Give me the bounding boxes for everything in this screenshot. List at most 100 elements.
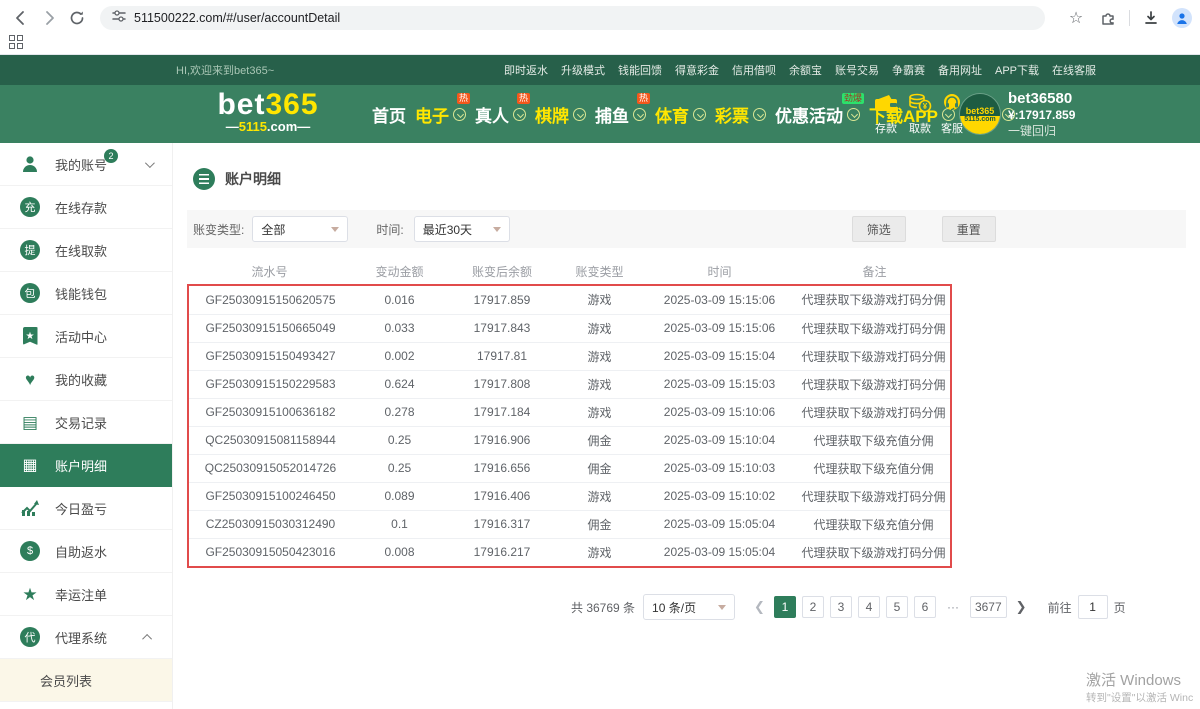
column-header: 账变后余额 [447,258,557,284]
reset-button[interactable]: 重置 [942,216,996,242]
chevron-down-icon [718,605,726,610]
sidebar-item-agent-system[interactable]: 代代理系统 [0,616,172,659]
sidebar-item-online-withdraw[interactable]: 提在线取款 [0,229,172,272]
chevron-down-icon [453,108,466,121]
cell-amount: 0.1 [352,510,447,538]
extensions-icon[interactable] [1097,7,1119,29]
topbar-link[interactable]: 在线客服 [1052,62,1096,78]
cell-amount: 0.089 [352,482,447,510]
goto-page: 前往 页 [1048,595,1126,619]
nav-item-home[interactable]: 首页 [372,102,406,127]
page-number[interactable]: 3677 [970,596,1007,618]
user-avatar[interactable]: bet365 5115.com [960,94,1000,134]
table-row: GF250309151504934270.00217917.81游戏2025-0… [189,342,950,370]
page-number[interactable]: 2 [802,596,824,618]
topbar-link[interactable]: 账号交易 [835,62,879,78]
sidebar-item-label: 活动中心 [55,327,107,346]
browser-profile-icon[interactable] [1172,8,1192,28]
cell-time: 2025-03-09 15:15:06 [642,286,797,314]
page-ellipsis: ··· [942,596,964,618]
next-page-icon[interactable]: ❯ [1013,599,1030,615]
table-row: GF250309151502295830.62417917.808游戏2025-… [189,370,950,398]
time-filter-select[interactable]: 最近30天 [414,216,510,242]
cell-serial: GF25030915150229583 [189,370,352,398]
column-header: 账变类型 [557,258,642,284]
nav-label: 彩票 [715,102,749,127]
prev-page-icon[interactable]: ❮ [751,599,768,615]
sidebar-item-label: 在线取款 [55,241,107,260]
page-size-select[interactable]: 10 条/页 [643,594,735,620]
type-filter-select[interactable]: 全部 [252,216,348,242]
sidebar-item-qian-neng-wallet[interactable]: 包钱能钱包 [0,272,172,315]
download-icon[interactable] [1140,7,1162,29]
topbar-link[interactable]: 即时返水 [504,62,548,78]
sidebar-item-my-favorites[interactable]: ♥我的收藏 [0,358,172,401]
browser-actions: ☆ [1065,7,1192,29]
reload-icon[interactable] [66,7,88,29]
url-text[interactable]: 511500222.com/#/user/accountDetail [134,11,340,25]
bookmark-star-icon[interactable]: ☆ [1065,7,1087,29]
total-count: 共 36769 条 [571,599,635,616]
logo-domain: —5115.com— [203,120,333,134]
site-logo[interactable]: bet365 —5115.com— [203,90,333,134]
table-row: GF250309151506650490.03317917.843游戏2025-… [189,314,950,342]
cell-amount: 0.624 [352,370,447,398]
topbar-link[interactable]: 备用网址 [938,62,982,78]
goto-page-input[interactable] [1078,595,1108,619]
forward-icon[interactable] [38,7,60,29]
sidebar-item-my-account[interactable]: 我的账号2 [0,143,172,186]
page-number[interactable]: 4 [858,596,880,618]
table-row: QC250309150520147260.2517916.656佣金2025-0… [189,454,950,482]
user-icon [18,154,42,174]
sidebar-item-account-detail[interactable]: ▦账户明细 [0,444,172,487]
pagination: 共 36769 条 10 条/页 ❮ 123456 ··· 3677 ❯ 前往 页 [571,594,1200,620]
table-row: GF250309151002464500.08917916.406游戏2025-… [189,482,950,510]
nav-item-lottery[interactable]: 彩票 [715,102,766,127]
sidebar-item-member-list[interactable]: 会员列表 [0,659,172,702]
site-settings-icon[interactable] [112,9,126,28]
page-number[interactable]: 5 [886,596,908,618]
topbar-link[interactable]: 升级模式 [561,62,605,78]
sidebar-item-lucky-bets[interactable]: ★幸运注单 [0,573,172,616]
chevron-down-icon [847,108,860,121]
nav-item-sports[interactable]: 体育 [655,102,706,127]
apps-grid-icon[interactable] [9,35,23,49]
back-icon[interactable] [10,7,32,29]
user-info: bet36580 ¥:17917.859 一键回归 [1008,91,1075,139]
page-number[interactable]: 3 [830,596,852,618]
topbar-link[interactable]: 争霸赛 [892,62,925,78]
cell-remark: 代理获取下级游戏打码分佣 [797,286,950,314]
nav-item-fishing[interactable]: 捕鱼热 [595,102,646,127]
withdraw-button[interactable]: ¥ 取款 [908,93,932,136]
sidebar-item-today-profit[interactable]: 今日盈亏 [0,487,172,530]
cell-type: 游戏 [557,342,642,370]
sidebar-item-activity-center[interactable]: ★活动中心 [0,315,172,358]
sidebar-item-self-rebate[interactable]: $自助返水 [0,530,172,573]
one-click-return-button[interactable]: 一键回归 [1008,123,1075,139]
sidebar-item-online-deposit[interactable]: 充在线存款 [0,186,172,229]
deposit-button[interactable]: 存款 [873,93,899,136]
welcome-text: HI,欢迎来到bet365~ [176,62,274,78]
cell-type: 游戏 [557,314,642,342]
page-number[interactable]: 6 [914,596,936,618]
topbar-link[interactable]: 得意彩金 [675,62,719,78]
nav-item-live[interactable]: 真人热 [475,102,526,127]
chevron-down-icon [331,227,339,232]
topbar-link[interactable]: 信用借呗 [732,62,776,78]
sidebar-item-label: 今日盈亏 [55,499,107,518]
nav-item-slots[interactable]: 电子热 [415,102,466,127]
topbar-link[interactable]: 钱能回馈 [618,62,662,78]
nav-item-promotions[interactable]: 优惠活动劲爆 [775,102,860,127]
topbar-link[interactable]: 余额宝 [789,62,822,78]
nav-item-chess[interactable]: 棋牌 [535,102,586,127]
address-bar[interactable]: 511500222.com/#/user/accountDetail [100,6,1045,30]
cell-balance: 17916.906 [447,426,557,454]
topbar-link[interactable]: APP下载 [995,62,1039,78]
cell-time: 2025-03-09 15:10:04 [642,426,797,454]
filter-button[interactable]: 筛选 [852,216,906,242]
table-body: GF250309151506205750.01617917.859游戏2025-… [189,286,950,566]
page-number[interactable]: 1 [774,596,796,618]
cell-balance: 17916.406 [447,482,557,510]
sidebar-item-transaction-records[interactable]: ▤交易记录 [0,401,172,444]
cell-remark: 代理获取下级游戏打码分佣 [797,314,950,342]
